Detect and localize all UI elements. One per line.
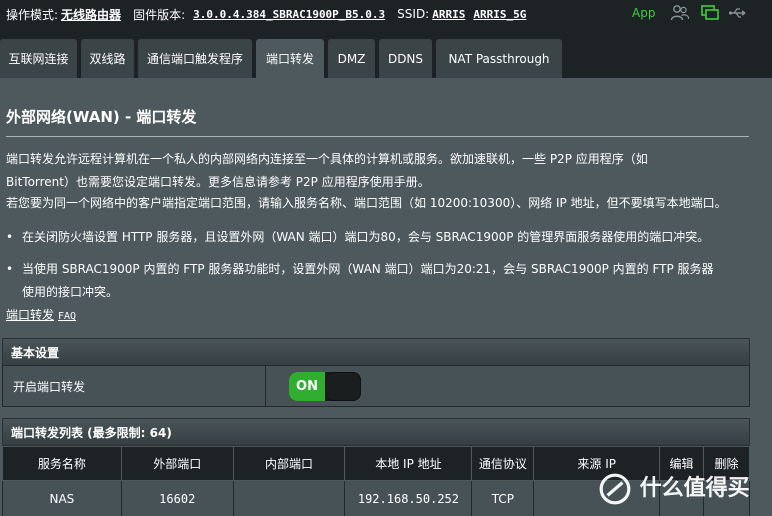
- toggle-knob: [325, 372, 361, 401]
- tab-bar: 互联网连接 双线路 通信端口触发程序 端口转发 DMZ DDNS NAT Pas…: [0, 28, 772, 78]
- faq-link[interactable]: 端口转发 FAQ: [6, 306, 76, 323]
- port-forwarding-toggle[interactable]: ON: [289, 372, 361, 401]
- operation-mode-link[interactable]: 无线路由器: [61, 6, 121, 23]
- cell-protocol: TCP: [471, 480, 535, 516]
- title-divider: [6, 136, 749, 137]
- basic-settings-header: 基本设置: [2, 338, 750, 366]
- ssid-link-5g[interactable]: ARRIS_5G: [473, 8, 526, 21]
- column-external-port: 外部端口: [120, 446, 234, 481]
- description-line-3: 若您要为同一个网络中的客户端指定端口范围，请输入服务名称、端口范围（如 1020…: [6, 196, 727, 210]
- port-forwarding-list-header: 端口转发列表 (最多限制: 64): [2, 418, 750, 446]
- watermark-logo-icon: [599, 473, 631, 505]
- column-protocol: 通信协议: [471, 446, 535, 481]
- page-title: 外部网络(WAN) - 端口转发: [6, 108, 197, 126]
- column-local-ip: 本地 IP 地址: [344, 446, 473, 481]
- description-line-1: 端口转发允许远程计算机在一个私人的内部网络内连接至一个具体的计算机或服务。欲加速…: [6, 152, 648, 166]
- cell-internal-port: [232, 480, 346, 516]
- status-bar: 操作模式: 无线路由器 固件版本: 3.0.0.4.384_SBRAC1900P…: [0, 0, 772, 28]
- cell-local-ip: 192.168.50.252: [344, 480, 473, 516]
- watermark-text: 什么值得买: [639, 476, 750, 501]
- firmware-version-link[interactable]: 3.0.0.4.384_SBRAC1900P_B5.0.3: [193, 8, 385, 21]
- row-divider: [265, 366, 266, 406]
- tab-port-trigger[interactable]: 通信端口触发程序: [138, 39, 252, 78]
- tab-ddns[interactable]: DDNS: [379, 39, 432, 78]
- tab-internet-connection[interactable]: 互联网连接: [0, 39, 77, 78]
- bullet-symbol: •: [6, 262, 14, 276]
- faq-link-tag: FAQ: [58, 311, 77, 322]
- note-http-text: 在关闭防火墙设置 HTTP 服务器，且设置外网（WAN 端口）端口为80，会与 …: [22, 230, 710, 244]
- tab-dual-wan[interactable]: 双线路: [81, 39, 134, 78]
- note-ftp-text-line-2: 使用的接口冲突。: [22, 285, 119, 299]
- users-icon[interactable]: [670, 4, 690, 22]
- cell-external-port: 16602: [120, 480, 234, 516]
- ssid-label: SSID:: [397, 7, 430, 21]
- column-internal-port: 内部端口: [232, 446, 346, 481]
- tab-nat-passthrough[interactable]: NAT Passthrough: [436, 39, 562, 78]
- app-link[interactable]: App: [632, 6, 655, 20]
- tab-dmz[interactable]: DMZ: [328, 39, 375, 78]
- column-service-name: 服务名称: [2, 446, 122, 481]
- note-ftp-text-line-1: 当使用 SBRAC1900P 内置的 FTP 服务器功能时，设置外网（WAN 端…: [22, 262, 714, 276]
- enable-port-forwarding-label: 开启端口转发: [13, 380, 86, 394]
- toggle-on-label: ON: [289, 372, 325, 401]
- tab-port-forwarding[interactable]: 端口转发: [256, 39, 324, 78]
- cell-service-name: NAS: [2, 480, 122, 516]
- enable-port-forwarding-row: 开启端口转发 ON: [2, 365, 750, 407]
- operation-mode-label: 操作模式:: [6, 7, 59, 22]
- usb-icon[interactable]: [728, 4, 748, 22]
- faq-link-text: 端口转发: [6, 308, 55, 322]
- firmware-label: 固件版本:: [133, 7, 186, 22]
- description-line-2: BitTorrent）也需要您设定端口转发。更多信息请参考 P2P 应用程序使用…: [6, 175, 430, 189]
- bullet-symbol: •: [6, 230, 14, 244]
- network-icon[interactable]: [700, 4, 720, 22]
- watermark: 什么值得买: [598, 470, 750, 506]
- ssid-link-2g[interactable]: ARRIS: [432, 8, 465, 21]
